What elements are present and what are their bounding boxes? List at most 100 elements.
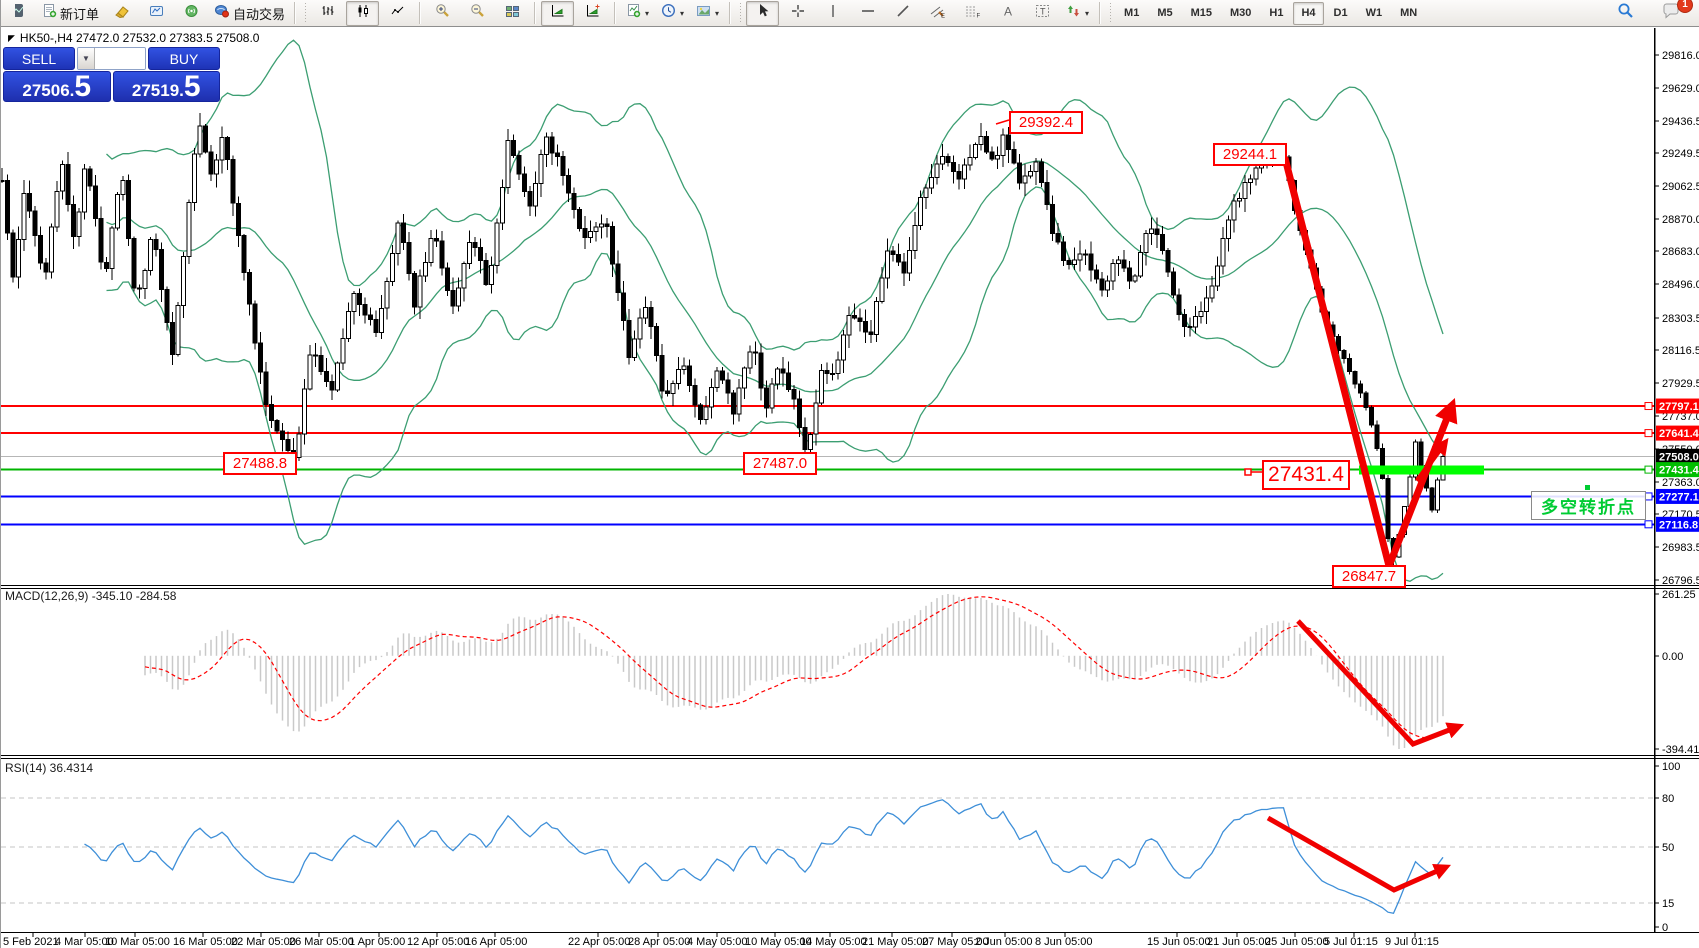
toolbar-separator bbox=[729, 2, 731, 24]
crosshair-button[interactable] bbox=[781, 1, 814, 26]
svg-text:14 May 05:00: 14 May 05:00 bbox=[800, 936, 867, 948]
candles bbox=[1, 113, 1445, 571]
svg-text:A: A bbox=[1004, 4, 1012, 18]
cursor-button[interactable] bbox=[746, 1, 779, 26]
price-annotation-label[interactable]: 27431.4 bbox=[1262, 460, 1350, 490]
auto-trading-button-label: 自动交易 bbox=[233, 4, 285, 23]
template-icon bbox=[696, 4, 711, 23]
macd-axis[interactable]: 261.250.00-394.41 bbox=[1654, 589, 1699, 756]
price-axis[interactable]: 29816.029629.029436.529249.529062.528870… bbox=[1654, 50, 1699, 587]
svg-text:27431.4: 27431.4 bbox=[1659, 465, 1699, 477]
buy-price-main: 27519 bbox=[132, 81, 179, 100]
svg-text:261.25: 261.25 bbox=[1662, 589, 1696, 601]
price-annotation-label[interactable]: 27487.0 bbox=[743, 452, 817, 475]
timeframe-m30-button[interactable]: M30 bbox=[1222, 2, 1259, 25]
price-annotation-label[interactable]: 29392.4 bbox=[1009, 111, 1083, 134]
data-window-button[interactable] bbox=[140, 1, 173, 26]
shift-icon bbox=[550, 4, 565, 23]
timeframe-m5-button[interactable]: M5 bbox=[1149, 2, 1180, 25]
indicators-button[interactable]: ▾ bbox=[621, 1, 654, 26]
vertical-line-button[interactable] bbox=[816, 1, 849, 26]
texta-icon: A bbox=[1001, 4, 1015, 23]
label-button[interactable]: T bbox=[1026, 1, 1059, 26]
svg-text:28496.0: 28496.0 bbox=[1662, 279, 1699, 291]
timeframe-h4-button[interactable]: H4 bbox=[1293, 2, 1323, 25]
zoomin-icon bbox=[435, 3, 450, 23]
line-chart-button[interactable] bbox=[381, 1, 414, 26]
bars-icon bbox=[321, 4, 335, 23]
svg-text:-394.41: -394.41 bbox=[1662, 744, 1699, 756]
buy-price-display[interactable]: 27519.5 bbox=[113, 71, 221, 102]
horizontal-line-button[interactable] bbox=[851, 1, 884, 26]
zoom-in-button[interactable] bbox=[426, 1, 459, 26]
timeframe-h1-button[interactable]: H1 bbox=[1261, 2, 1291, 25]
buy-button[interactable]: BUY bbox=[148, 47, 220, 70]
trend-line-button[interactable] bbox=[886, 1, 919, 26]
svg-text:27508.0: 27508.0 bbox=[1659, 451, 1699, 463]
candlestick-chart-button[interactable] bbox=[346, 1, 379, 26]
text-button[interactable]: A bbox=[991, 1, 1024, 26]
svg-text:22 Mar 05:00: 22 Mar 05:00 bbox=[231, 936, 296, 948]
channel-button[interactable]: E bbox=[921, 1, 954, 26]
timeframe-d1-button[interactable]: D1 bbox=[1326, 2, 1356, 25]
price-annotation-label[interactable]: 27488.8 bbox=[223, 452, 297, 475]
chevron-down-icon[interactable]: ▾ bbox=[680, 9, 684, 18]
timeframe-w1-button[interactable]: W1 bbox=[1358, 2, 1391, 25]
search-icon bbox=[1617, 2, 1634, 24]
periods-button[interactable]: ▾ bbox=[656, 1, 689, 26]
svg-text:28 Apr 05:00: 28 Apr 05:00 bbox=[628, 936, 690, 948]
svg-text:5 Feb 2021: 5 Feb 2021 bbox=[3, 936, 59, 948]
tile-windows-button[interactable] bbox=[496, 1, 529, 26]
chart-window-icon[interactable] bbox=[3, 1, 36, 26]
zoom-out-button[interactable] bbox=[461, 1, 494, 26]
rsi-axis[interactable]: 1008050150 bbox=[1654, 761, 1680, 934]
autoscroll-icon bbox=[585, 4, 600, 23]
rsi-indicator-label: RSI(14) 36.4314 bbox=[5, 761, 93, 775]
symbol-marker-icon: ◤ bbox=[8, 33, 15, 44]
time-axis[interactable]: 5 Feb 20214 Mar 05:0010 Mar 05:0016 Mar … bbox=[3, 932, 1439, 948]
sell-button[interactable]: SELL bbox=[3, 47, 75, 70]
new-order-button[interactable]: 新订单 bbox=[38, 1, 103, 26]
chevron-down-icon[interactable]: ▾ bbox=[645, 9, 649, 18]
timeframe-mn-button[interactable]: MN bbox=[1392, 2, 1425, 25]
svg-text:100: 100 bbox=[1662, 761, 1680, 773]
svg-text:22 Apr 05:00: 22 Apr 05:00 bbox=[568, 936, 630, 948]
one-click-trading-panel: SELL ▼ ▲ BUY 27506.5 27519.5 bbox=[3, 47, 220, 102]
svg-text:12 Apr 05:00: 12 Apr 05:00 bbox=[407, 936, 469, 948]
sell-price-display[interactable]: 27506.5 bbox=[3, 71, 111, 102]
arrows-button[interactable]: ▾ bbox=[1061, 1, 1094, 26]
note-label-box[interactable]: 多空转折点 bbox=[1531, 491, 1646, 520]
toolbar-grip bbox=[1108, 3, 1112, 23]
svg-text:80: 80 bbox=[1662, 793, 1674, 805]
timeframe-m1-button[interactable]: M1 bbox=[1116, 2, 1147, 25]
svg-text:27116.8: 27116.8 bbox=[1659, 519, 1698, 531]
notifications-button[interactable]: 1 bbox=[1654, 1, 1687, 26]
chartpartial-icon bbox=[15, 3, 24, 23]
fibonacci-button[interactable]: F bbox=[956, 1, 989, 26]
volume-input[interactable] bbox=[95, 48, 146, 69]
svg-text:28870.0: 28870.0 bbox=[1662, 214, 1699, 226]
chart-shift-button[interactable] bbox=[541, 1, 574, 26]
price-annotation-label[interactable]: 26847.7 bbox=[1332, 565, 1406, 588]
price-annotation-label[interactable]: 29244.1 bbox=[1213, 143, 1287, 166]
search-button[interactable] bbox=[1609, 1, 1642, 26]
monitor-icon bbox=[149, 4, 164, 23]
svg-text:29629.0: 29629.0 bbox=[1662, 83, 1699, 95]
svg-text:E: E bbox=[941, 13, 945, 18]
timeframe-m15-button[interactable]: M15 bbox=[1183, 2, 1220, 25]
chevron-down-icon[interactable]: ▾ bbox=[1085, 9, 1089, 18]
svg-text:4 May 05:00: 4 May 05:00 bbox=[687, 936, 748, 948]
broadcast-button[interactable] bbox=[175, 1, 208, 26]
template-button[interactable]: ▾ bbox=[691, 1, 724, 26]
eraser-button[interactable] bbox=[105, 1, 138, 26]
eraser-icon bbox=[114, 4, 130, 23]
auto-scroll-button[interactable] bbox=[576, 1, 609, 26]
bar-chart-button[interactable] bbox=[311, 1, 344, 26]
label-leaders bbox=[287, 120, 1288, 475]
volume-decrease-button[interactable]: ▼ bbox=[78, 48, 95, 69]
chevron-down-icon[interactable]: ▾ bbox=[715, 9, 719, 18]
auto-trading-button[interactable]: 自动交易 bbox=[210, 1, 289, 26]
channel-icon: E bbox=[930, 4, 946, 23]
svg-text:16 Apr 05:00: 16 Apr 05:00 bbox=[465, 936, 527, 948]
svg-text:10 Mar 05:00: 10 Mar 05:00 bbox=[105, 936, 170, 948]
